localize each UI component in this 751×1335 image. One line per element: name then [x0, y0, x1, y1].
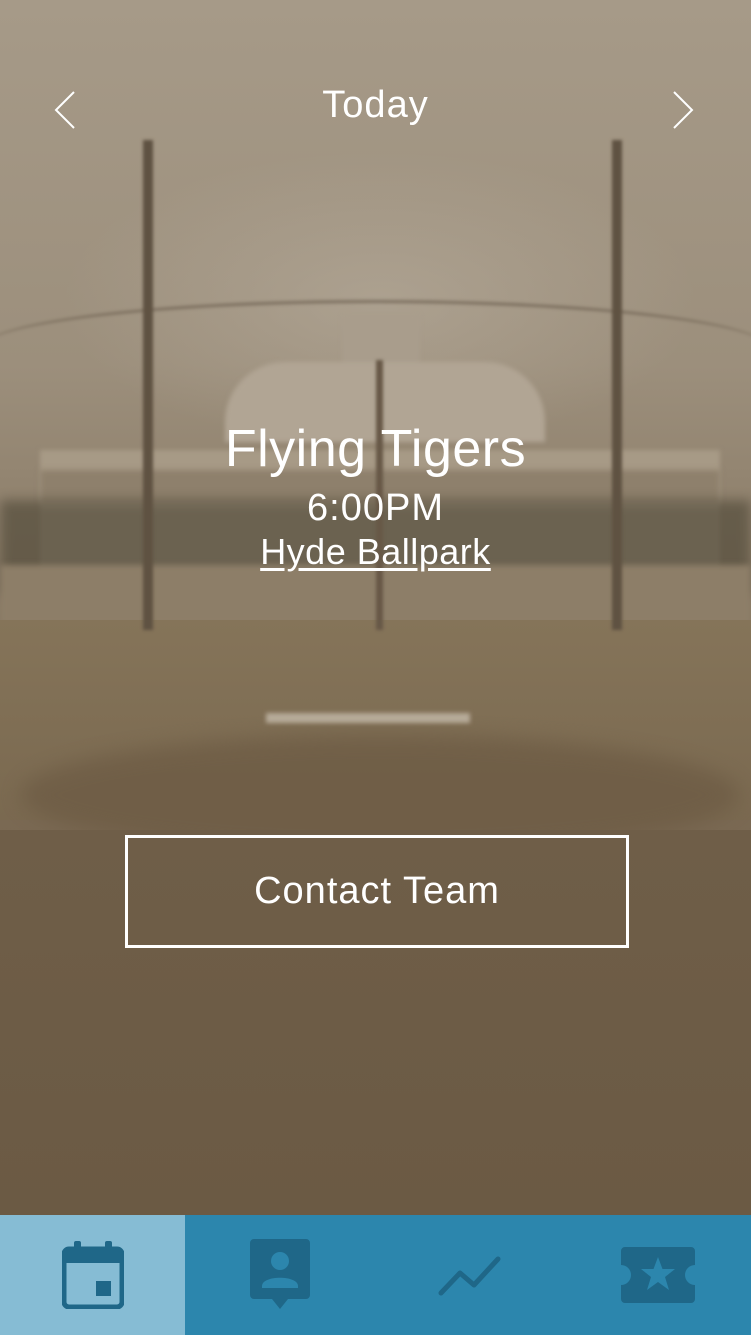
contact-team-button[interactable]: Contact Team — [125, 835, 629, 948]
stadium-background-image — [0, 0, 751, 1215]
tab-tickets[interactable] — [565, 1215, 751, 1335]
venue-link[interactable]: Hyde Ballpark — [260, 531, 491, 573]
date-title: Today — [322, 84, 429, 126]
bottom-tab-bar — [0, 1215, 751, 1335]
event-details: Flying Tigers 6:00PM Hyde Ballpark — [0, 415, 751, 573]
tab-profile[interactable] — [185, 1215, 375, 1335]
profile-badge-icon — [250, 1239, 310, 1309]
tab-schedule[interactable] — [0, 1215, 185, 1335]
ticket-star-icon — [621, 1247, 695, 1303]
chevron-right-icon[interactable] — [662, 90, 702, 130]
date-header: Today — [0, 72, 751, 146]
team-name: Flying Tigers — [224, 420, 527, 478]
calendar-icon — [61, 1241, 124, 1309]
tab-stats[interactable] — [375, 1215, 565, 1335]
trend-line-icon — [438, 1256, 501, 1296]
event-time: 6:00PM — [307, 487, 444, 529]
